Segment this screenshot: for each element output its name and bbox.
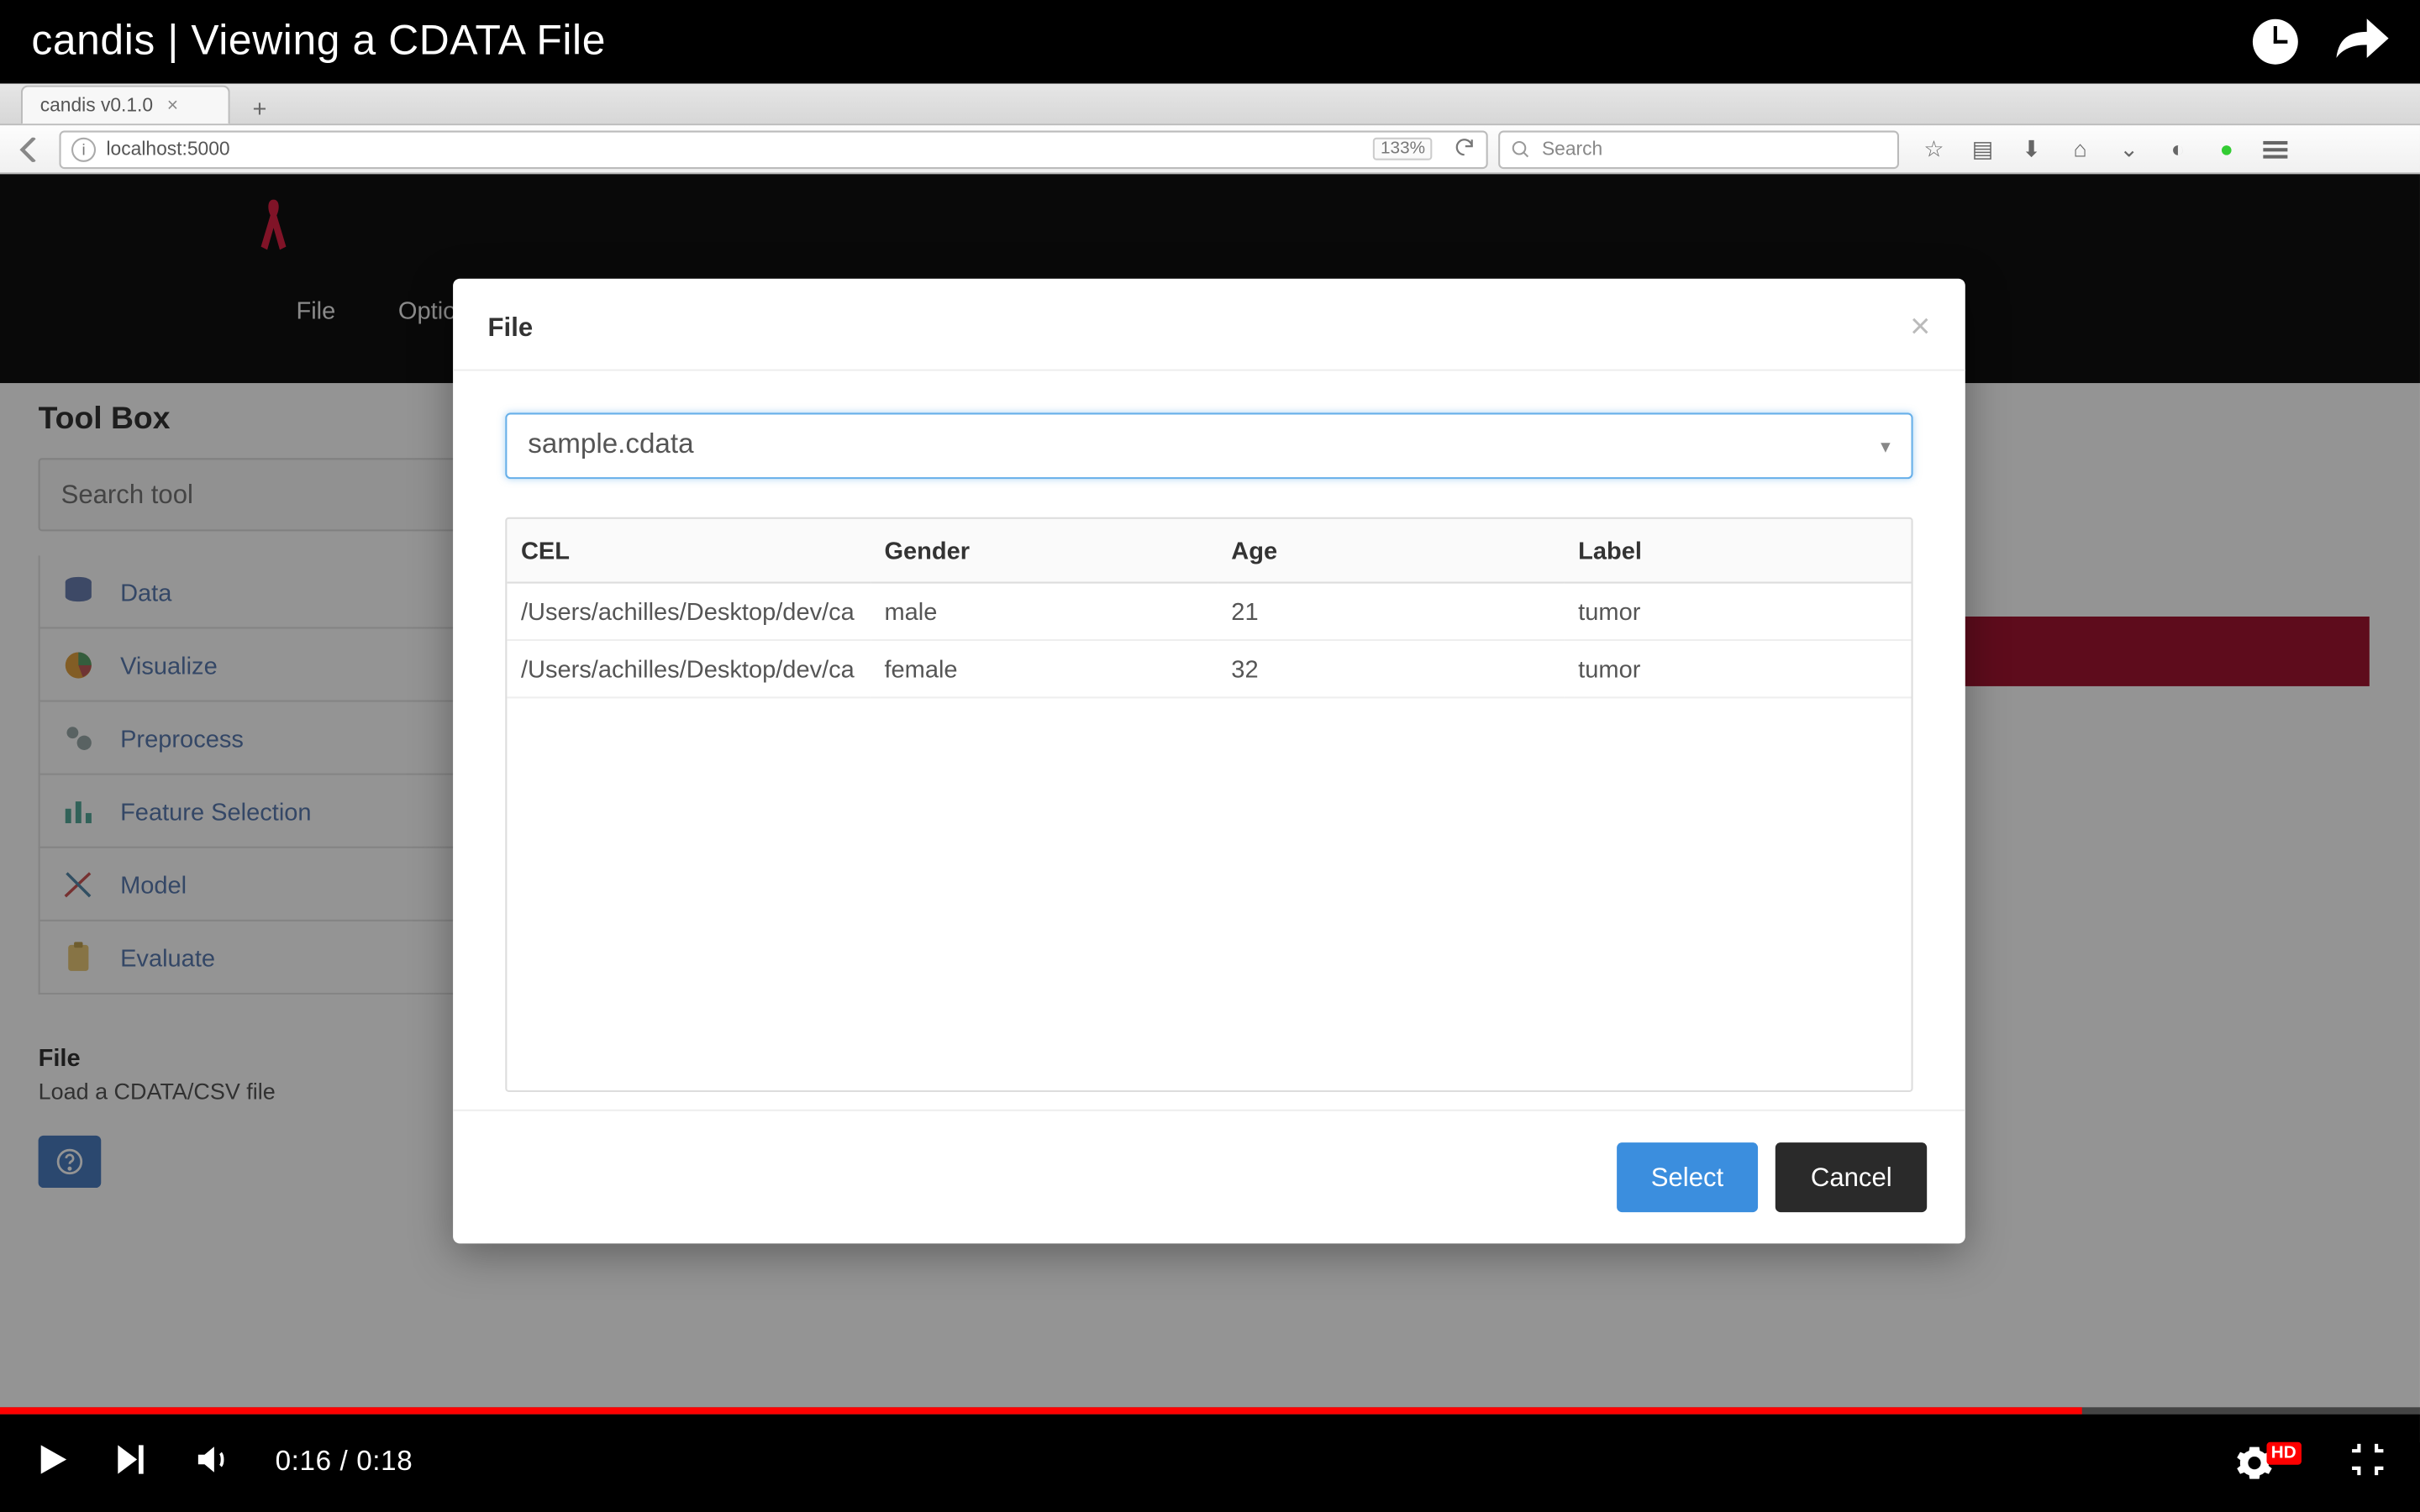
table-header-row: CEL Gender Age Label: [507, 519, 1911, 583]
select-button[interactable]: Select: [1616, 1142, 1758, 1212]
chevron-down-icon: ▾: [1881, 434, 1890, 457]
col-age[interactable]: Age: [1218, 519, 1565, 583]
file-dropdown-value: sample.cdata: [528, 430, 693, 461]
url-text: localhost:5000: [106, 139, 229, 160]
search-icon: [1511, 139, 1532, 160]
addon-icon[interactable]: ●: [2212, 135, 2240, 163]
table-row[interactable]: /Users/achilles/Desktop/dev/ca male 21 t…: [507, 583, 1911, 640]
video-title-bar: candis | Viewing a CDATA File: [0, 0, 2420, 84]
tab-title: candis v0.1.0: [40, 95, 153, 116]
time-display: 0:16 / 0:18: [276, 1447, 413, 1478]
settings-button[interactable]: HD: [2234, 1444, 2308, 1483]
search-bar[interactable]: Search: [1498, 129, 1899, 168]
modal-title: File: [488, 312, 534, 342]
browser-tab[interactable]: candis v0.1.0 ×: [21, 86, 230, 124]
search-placeholder: Search: [1542, 139, 1602, 160]
data-grid: CEL Gender Age Label /Users/achilles/Des…: [505, 517, 1912, 1092]
table-row[interactable]: /Users/achilles/Desktop/dev/ca female 32…: [507, 640, 1911, 697]
exit-fullscreen-button[interactable]: [2347, 1438, 2389, 1488]
cancel-button[interactable]: Cancel: [1776, 1142, 1927, 1212]
col-gender[interactable]: Gender: [871, 519, 1218, 583]
volume-button[interactable]: [192, 1440, 234, 1487]
tab-strip: candis v0.1.0 × +: [0, 84, 2420, 126]
video-controls: 0:16 / 0:18 HD: [0, 1407, 2420, 1511]
next-button[interactable]: [112, 1440, 150, 1487]
share-icon[interactable]: [2336, 17, 2388, 67]
bookmark-star-icon[interactable]: ☆: [1920, 135, 1948, 163]
library-icon[interactable]: ▤: [1969, 135, 1996, 163]
home-icon[interactable]: ⌂: [2066, 135, 2094, 163]
hd-badge: HD: [2266, 1441, 2302, 1464]
page-content: File Options Help Tool Box Data: [0, 174, 2420, 1441]
pocket-icon[interactable]: ⌄: [2115, 135, 2143, 163]
video-title: candis | Viewing a CDATA File: [31, 18, 606, 66]
menu-button[interactable]: [2261, 135, 2289, 163]
play-button[interactable]: [31, 1438, 70, 1488]
reload-button[interactable]: [1453, 135, 1476, 163]
file-modal: File × sample.cdata ▾: [453, 279, 1965, 1244]
browser-window: candis v0.1.0 × + i localhost:5000 133%: [0, 84, 2420, 1442]
file-dropdown[interactable]: sample.cdata ▾: [505, 412, 1912, 479]
new-tab-button[interactable]: +: [240, 92, 279, 123]
site-info-icon[interactable]: i: [71, 137, 96, 161]
tab-close-icon[interactable]: ×: [167, 95, 178, 116]
progress-bar[interactable]: [0, 1407, 2420, 1414]
progress-played: [0, 1407, 2081, 1414]
modal-close-button[interactable]: ×: [1910, 310, 1930, 344]
col-label[interactable]: Label: [1565, 519, 1912, 583]
downloads-icon[interactable]: ⬇: [2018, 135, 2045, 163]
nav-toolbar: i localhost:5000 133% Search ☆ ▤ ⬇ ⌂ ⌄: [0, 125, 2420, 174]
col-cel[interactable]: CEL: [507, 519, 870, 583]
zoom-indicator[interactable]: 133%: [1374, 138, 1433, 160]
back-button[interactable]: [10, 129, 49, 168]
watch-later-icon[interactable]: [2253, 19, 2298, 65]
url-bar[interactable]: i localhost:5000 133%: [59, 129, 1487, 168]
sync-icon[interactable]: ◐: [2164, 135, 2191, 163]
